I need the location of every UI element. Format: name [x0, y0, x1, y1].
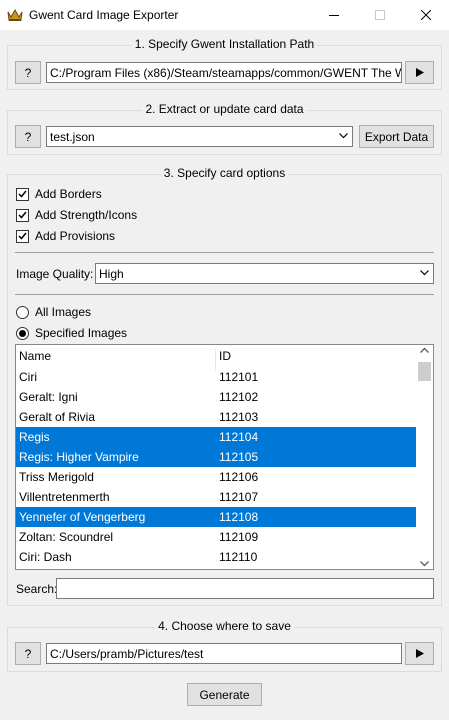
table-row[interactable]: Geralt: Igni 112102 [16, 387, 418, 407]
card-data-help-button[interactable]: ? [15, 125, 41, 148]
table-row[interactable]: Yennefer of Vengerberg 112108 [16, 507, 418, 527]
card-id-cell: 112109 [219, 530, 259, 544]
card-name-cell: Regis: Higher Vampire [19, 450, 139, 464]
table-row[interactable]: Triss Merigold 112106 [16, 467, 418, 487]
card-name-cell: Ciri [19, 370, 37, 384]
search-label: Search: [16, 582, 58, 596]
image-quality-label: Image Quality: [16, 267, 94, 281]
table-header: Name ID [16, 345, 418, 371]
maximize-button[interactable] [357, 0, 403, 30]
separator [15, 252, 434, 253]
card-id-cell: 112108 [219, 510, 259, 524]
table-row[interactable]: Ciri 112101 [16, 367, 418, 387]
add-borders-label: Add Borders [35, 187, 102, 201]
install-path-help-button[interactable]: ? [15, 61, 41, 84]
card-id-cell: 112110 [219, 550, 258, 564]
window-title: Gwent Card Image Exporter [29, 8, 179, 22]
install-path-field[interactable]: C:/Program Files (x86)/Steam/steamapps/c… [46, 62, 402, 83]
add-provisions-checkbox[interactable]: Add Provisions [16, 229, 115, 243]
add-provisions-label: Add Provisions [35, 229, 116, 243]
card-id-cell: 112101 [219, 370, 259, 384]
chevron-down-icon [420, 269, 429, 275]
card-id-cell: 112107 [219, 490, 259, 504]
card-name-cell: Geralt: Igni [19, 390, 78, 404]
save-path-field[interactable]: C:/Users/pramb/Pictures/test [46, 643, 402, 664]
section-4-title: 4. Choose where to save [155, 619, 294, 633]
specified-images-label: Specified Images [35, 326, 128, 340]
card-name-cell: Zoltan: Scoundrel [19, 530, 114, 544]
save-path-browse-button[interactable] [405, 642, 434, 665]
scroll-down-icon[interactable] [420, 561, 429, 567]
section-2-title: 2. Extract or update card data [142, 102, 307, 116]
table-row[interactable]: Ciri: Dash 112110 [16, 547, 418, 567]
table-row[interactable]: Villentretenmerth 112107 [16, 487, 418, 507]
minimize-button[interactable] [311, 0, 357, 30]
add-strength-icons-checkbox[interactable]: Add Strength/Icons [16, 208, 137, 222]
scrollbar-thumb[interactable] [418, 362, 431, 381]
table-row[interactable]: Geralt of Rivia 112103 [16, 407, 418, 427]
card-id-cell: 112106 [219, 470, 259, 484]
checkmark-icon [18, 211, 27, 219]
separator [15, 294, 434, 295]
card-table[interactable]: Name ID Ciri 112101 Geralt: Igni 112102 Gera… [15, 344, 434, 570]
column-header-id[interactable]: ID [219, 349, 231, 363]
checkmark-icon [18, 232, 27, 240]
export-data-button[interactable]: Export Data [359, 125, 434, 148]
generate-button[interactable]: Generate [187, 683, 262, 706]
close-button[interactable] [403, 0, 449, 30]
search-input[interactable] [56, 578, 434, 599]
install-path-browse-button[interactable] [405, 61, 434, 84]
card-name-cell: Ciri: Dash [19, 550, 72, 564]
card-name-cell: Triss Merigold [19, 470, 94, 484]
all-images-label: All Images [35, 305, 92, 319]
table-scrollbar[interactable] [416, 345, 433, 569]
card-name-cell: Regis [19, 430, 50, 444]
card-id-cell: 112102 [219, 390, 259, 404]
table-row[interactable]: Regis 112104 [16, 427, 418, 447]
card-id-cell: 112104 [219, 430, 259, 444]
table-row[interactable]: Zoltan: Scoundrel 112109 [16, 527, 418, 547]
image-quality-value: High [99, 266, 124, 281]
crown-icon [7, 8, 23, 21]
image-quality-select[interactable]: High [95, 263, 434, 284]
add-strength-icons-label: Add Strength/Icons [35, 208, 138, 222]
card-data-file-select[interactable]: test.json [46, 126, 353, 147]
card-id-cell: 112105 [219, 450, 259, 464]
save-path-help-button[interactable]: ? [15, 642, 41, 665]
add-borders-checkbox[interactable]: Add Borders [16, 187, 102, 201]
play-arrow-icon [415, 68, 424, 77]
maximize-icon [375, 10, 385, 20]
title-bar: Gwent Card Image Exporter [0, 0, 449, 30]
close-icon [421, 10, 431, 20]
all-images-radio[interactable]: All Images [16, 305, 91, 319]
table-row[interactable]: Regis: Higher Vampire 112105 [16, 447, 418, 467]
section-1-title: 1. Specify Gwent Installation Path [131, 37, 318, 51]
card-name-cell: Geralt of Rivia [19, 410, 96, 424]
card-data-file-value: test.json [50, 129, 95, 144]
scroll-up-icon[interactable] [420, 347, 429, 353]
chevron-down-icon [339, 132, 348, 138]
column-header-name[interactable]: Name [19, 349, 51, 363]
checkmark-icon [18, 190, 27, 198]
section-3-title: 3. Specify card options [160, 166, 289, 180]
card-id-cell: 112103 [219, 410, 259, 424]
specified-images-radio[interactable]: Specified Images [16, 326, 127, 340]
minimize-icon [329, 15, 339, 16]
card-name-cell: Villentretenmerth [19, 490, 110, 504]
card-name-cell: Yennefer of Vengerberg [19, 510, 146, 524]
play-arrow-icon [415, 649, 424, 658]
